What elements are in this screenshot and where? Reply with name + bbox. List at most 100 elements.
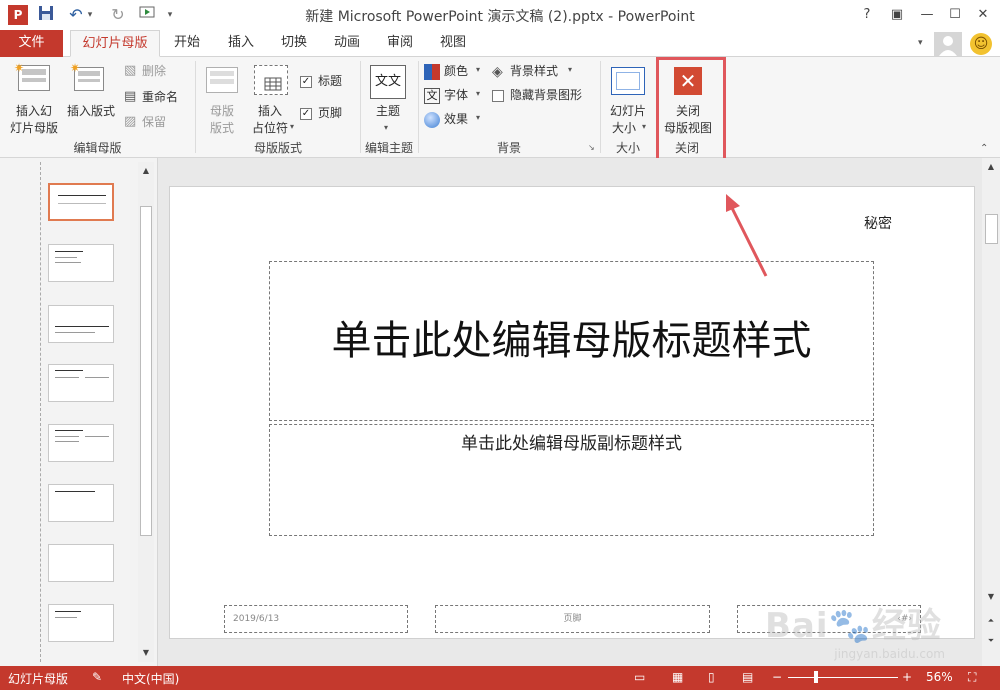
colors-button[interactable]: 颜色 ▾ [424,63,486,81]
maximize-button[interactable]: ☐ [942,4,968,26]
colors-icon [424,64,440,80]
delete-button[interactable]: ▧ 删除 [124,63,184,81]
hide-bg-graphics-checkbox[interactable] [492,90,504,102]
tab-insert[interactable]: 插入 [219,30,263,57]
scroll-down-arrow[interactable]: ▼ [984,590,998,604]
slide-thumbnail-layout[interactable] [48,364,114,402]
insert-placeholder-label-2: 占位符 [251,121,288,135]
annotation-arrow [726,194,768,277]
next-slide-icon[interactable]: ⏷ [984,634,998,648]
date-text: 2019/6/13 [233,614,280,624]
themes-label: 主题 [375,104,400,118]
slide-thumbnail-layout[interactable] [48,244,114,282]
previous-slide-icon[interactable]: ⏶ [984,614,998,628]
fit-slide-icon[interactable]: ⛶ [968,670,976,685]
slide-thumbnail-layout[interactable] [48,305,114,343]
insert-placeholder-button[interactable]: 插入 占位符 ▾ [246,61,298,137]
footer-placeholder[interactable]: 页脚 [435,605,710,633]
confidential-label[interactable]: 秘密 [864,213,892,233]
tab-transitions[interactable]: 切换 [272,30,316,57]
footer-checkbox-row[interactable]: ✓ 页脚 [300,105,356,123]
scroll-up-arrow[interactable]: ▲ [984,160,998,174]
rename-label: 重命名 [142,90,179,104]
zoom-level[interactable]: 56% [926,670,953,684]
hide-bg-graphics-row[interactable]: 隐藏背景图形 [492,87,596,105]
effects-dropdown-icon: ▾ [476,113,481,122]
insert-placeholder-label-1: 插入 [257,104,282,118]
delete-label: 删除 [142,64,167,78]
scroll-up-arrow[interactable]: ▲ [139,164,153,178]
slide-master-slide[interactable]: 秘密 单击此处编辑母版标题样式 单击此处编辑母版副标题样式 2019/6/13 … [169,186,975,639]
themes-button[interactable]: 文文 主题 ▾ [366,61,412,137]
account-dropdown-icon[interactable]: ▾ [918,38,923,48]
fonts-label: 字体 [444,88,469,102]
slide-thumbnail-layout[interactable] [48,544,114,582]
zoom-slider-thumb[interactable] [814,671,818,683]
avatar[interactable] [934,32,962,56]
view-name-status: 幻灯片母版 [8,672,69,686]
preserve-button[interactable]: ▨ 保留 [124,114,184,132]
title-placeholder-text: 单击此处编辑母版标题样式 [331,318,812,364]
slide-show-view-icon[interactable]: ▤ [742,670,753,684]
insert-slide-master-label-1: 插入幻 [15,104,52,118]
close-window-button[interactable]: ✕ [970,4,996,26]
scroll-down-arrow[interactable]: ▼ [139,646,153,660]
normal-view-icon[interactable]: ▭ [634,670,645,684]
title-placeholder[interactable]: 单击此处编辑母版标题样式 [269,261,874,421]
slide-thumbnail-layout[interactable] [48,484,114,522]
smiley-feedback-icon[interactable]: ☺ [970,33,992,55]
zoom-out-button[interactable]: − [772,670,782,684]
group-label-edit-theme: 编辑主题 [364,141,413,155]
panel-scrollbar[interactable]: ▲ ▼ [138,162,154,662]
slide-size-icon [611,67,645,95]
insert-placeholder-dropdown-icon: ▾ [290,122,295,131]
slide-thumbnail-master[interactable] [48,183,114,221]
group-label-size: 大小 [615,141,640,155]
title-checkbox-row[interactable]: ✓ 标题 [300,73,356,91]
title-bar: P ↶ ▾ ↻ ▾ 新建 Microsoft PowerPoint 演示文稿 (… [0,0,1000,30]
tab-view[interactable]: 视图 [431,30,475,57]
help-button[interactable]: ? [854,4,880,26]
slide-sorter-view-icon[interactable]: ▦ [672,670,683,684]
zoom-in-button[interactable]: + [902,670,912,684]
fonts-button[interactable]: 文 字体 ▾ [424,87,486,105]
tab-review[interactable]: 审阅 [378,30,422,57]
rename-button[interactable]: ▤ 重命名 [124,89,190,107]
slide-size-dropdown-icon: ▾ [642,122,647,131]
language-status[interactable]: 中文(中国) [122,670,179,687]
minimize-button[interactable]: — [914,4,940,26]
scroll-thumb[interactable] [140,206,152,536]
footer-checkbox-label: 页脚 [318,106,343,120]
tab-slide-master[interactable]: 幻灯片母版 [70,30,160,57]
master-layout-button[interactable]: 母版 版式 [200,61,244,137]
group-label-background: 背景 [496,141,521,155]
date-placeholder[interactable]: 2019/6/13 [224,605,408,633]
background-styles-button[interactable]: ◈ 背景样式 ▾ [492,63,582,81]
slide-size-button[interactable]: 幻灯片 大小 ▾ [604,61,652,137]
slide-thumbnail-layout[interactable] [48,604,114,642]
fonts-dropdown-icon: ▾ [476,89,481,98]
insert-layout-button[interactable]: ✷ 插入版式 [62,61,120,121]
reading-view-icon[interactable]: ▯ [708,670,715,684]
collapse-ribbon-icon[interactable]: ⌃ [980,143,988,154]
background-dialog-launcher-icon[interactable]: ↘ [588,143,595,152]
background-styles-label: 背景样式 [510,64,559,78]
ribbon-display-options-button[interactable]: ▣ [884,4,910,26]
effects-button[interactable]: 效果 ▾ [424,111,486,129]
tab-home[interactable]: 开始 [165,30,209,57]
slide-thumbnail-panel: ▲ ▼ [0,158,158,666]
main-scrollbar[interactable]: ▲ ▼ ⏶ ⏷ [982,158,1000,666]
tab-animations[interactable]: 动画 [325,30,369,57]
insert-slide-master-button[interactable]: ✷ 插入幻 灯片母版 [4,61,64,137]
themes-dropdown-icon: ▾ [384,123,389,132]
footer-checkbox[interactable]: ✓ [300,108,312,120]
tab-file[interactable]: 文件 [0,30,63,57]
proofing-icon[interactable]: ✎ [92,670,102,684]
title-checkbox[interactable]: ✓ [300,76,312,88]
zoom-slider[interactable] [788,677,898,678]
scroll-thumb[interactable] [985,214,998,244]
subtitle-placeholder[interactable]: 单击此处编辑母版副标题样式 [269,424,874,536]
new-star-icon: ✷ [70,61,81,75]
background-styles-dropdown-icon: ▾ [568,65,573,74]
slide-thumbnail-layout[interactable] [48,424,114,462]
